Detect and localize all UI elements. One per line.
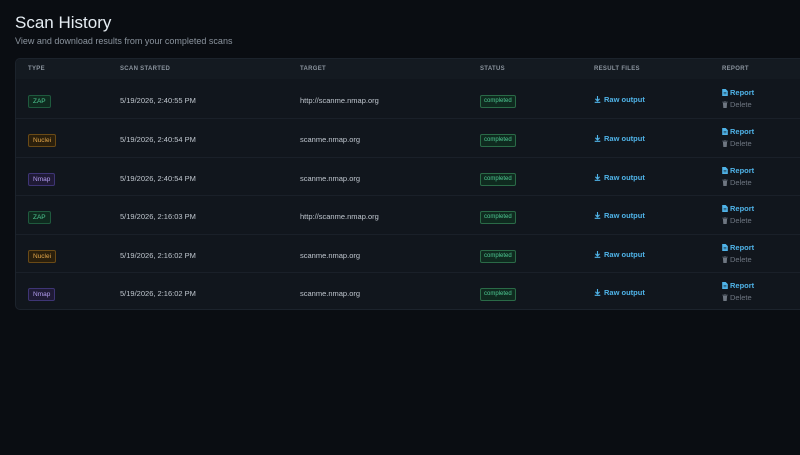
- raw-output-label: Raw output: [604, 172, 645, 182]
- report-label: Report: [730, 281, 755, 290]
- table-row: Nuclei 5/19/2026, 2:16:02 PM scanme.nmap.o…: [16, 233, 800, 273]
- report-link[interactable]: Report: [722, 204, 754, 213]
- file-icon: [722, 128, 728, 136]
- scan-started-time: 5/19/2026, 2:40:55 PM: [120, 96, 196, 105]
- download-icon: [594, 212, 601, 220]
- delete-button[interactable]: Delete: [722, 255, 752, 264]
- report-link[interactable]: Report: [722, 88, 754, 97]
- delete-button[interactable]: Delete: [722, 293, 752, 302]
- trash-icon: [722, 101, 728, 108]
- trash-icon: [722, 294, 728, 301]
- status-badge: completed: [480, 172, 516, 186]
- scan-type-badge: Nmap: [28, 288, 56, 301]
- scan-type-badge: ZAP: [28, 95, 51, 108]
- scan-started-time: 5/19/2026, 2:16:02 PM: [120, 250, 196, 260]
- scan-target: http://scanme.nmap.org: [300, 212, 379, 222]
- column-header-report: REPORT: [722, 66, 749, 72]
- scan-started-time: 5/19/2026, 2:16:03 PM: [120, 212, 196, 222]
- status-badge: completed: [480, 249, 516, 263]
- report-link[interactable]: Report: [722, 166, 754, 175]
- page-subtitle: View and download results from your comp…: [15, 36, 233, 46]
- report-label: Report: [730, 88, 755, 97]
- raw-output-label: Raw output: [604, 95, 645, 104]
- column-header-status: STATUS: [480, 66, 505, 72]
- raw-output-label: Raw output: [604, 249, 645, 259]
- scan-target: scanme.nmap.org: [300, 135, 361, 145]
- scan-started-time: 5/19/2026, 2:16:02 PM: [120, 289, 196, 298]
- download-icon: [594, 135, 601, 143]
- report-label: Report: [730, 242, 755, 252]
- delete-label: Delete: [730, 254, 752, 264]
- trash-icon: [722, 178, 728, 186]
- scan-type-badge: Nuclei: [28, 249, 57, 263]
- status-badge: completed: [480, 134, 516, 148]
- trash-icon: [722, 217, 728, 225]
- trash-icon: [722, 140, 728, 148]
- file-icon: [722, 282, 728, 289]
- scan-target: http://scanme.nmap.org: [300, 96, 379, 105]
- raw-output-label: Raw output: [604, 134, 645, 144]
- delete-button[interactable]: Delete: [722, 139, 752, 148]
- raw-output-label: Raw output: [604, 211, 645, 221]
- file-icon: [722, 166, 728, 174]
- file-icon: [722, 89, 728, 96]
- trash-icon: [722, 255, 728, 263]
- table-row: Nmap 5/19/2026, 2:16:02 PM scanme.nmap.org…: [16, 272, 800, 309]
- download-icon: [594, 173, 601, 181]
- scan-started-time: 5/19/2026, 2:40:54 PM: [120, 135, 196, 145]
- scan-target: scanme.nmap.org: [300, 250, 361, 260]
- report-link[interactable]: Report: [722, 243, 754, 252]
- table-row: Nuclei 5/19/2026, 2:40:54 PM scanme.nmap.o…: [16, 118, 800, 157]
- status-badge: completed: [480, 95, 516, 108]
- download-icon: [594, 250, 601, 258]
- download-icon: [594, 96, 601, 103]
- status-badge: completed: [480, 211, 516, 225]
- table-header: TYPE SCAN STARTED TARGET STATUS RESULT F…: [16, 59, 800, 79]
- file-icon: [722, 205, 728, 213]
- column-header-scan-started: SCAN STARTED: [120, 66, 171, 72]
- report-label: Report: [730, 204, 755, 214]
- column-header-result-files: RESULT FILES: [594, 66, 640, 72]
- delete-label: Delete: [730, 293, 752, 302]
- delete-label: Delete: [730, 216, 752, 226]
- scan-started-time: 5/19/2026, 2:40:54 PM: [120, 173, 196, 183]
- raw-output-link[interactable]: Raw output: [594, 211, 645, 220]
- raw-output-link[interactable]: Raw output: [594, 288, 645, 297]
- scan-target: scanme.nmap.org: [300, 173, 361, 183]
- report-label: Report: [730, 127, 755, 137]
- column-header-type: TYPE: [28, 66, 45, 72]
- status-badge: completed: [480, 288, 516, 301]
- raw-output-link[interactable]: Raw output: [594, 95, 645, 104]
- download-icon: [594, 289, 601, 296]
- raw-output-link[interactable]: Raw output: [594, 134, 645, 143]
- table-row: ZAP 5/19/2026, 2:40:55 PM http://scanme.nm…: [16, 80, 800, 118]
- report-label: Report: [730, 165, 755, 175]
- scan-target: scanme.nmap.org: [300, 289, 361, 298]
- delete-button[interactable]: Delete: [722, 178, 752, 187]
- scan-history-table: TYPE SCAN STARTED TARGET STATUS RESULT F…: [15, 58, 800, 310]
- table-row: ZAP 5/19/2026, 2:16:03 PM http://scanme.nm…: [16, 195, 800, 234]
- raw-output-link[interactable]: Raw output: [594, 250, 645, 259]
- scan-type-badge: ZAP: [28, 211, 51, 225]
- report-link[interactable]: Report: [722, 127, 754, 136]
- delete-button[interactable]: Delete: [722, 100, 752, 109]
- scan-type-badge: Nuclei: [28, 134, 57, 148]
- report-link[interactable]: Report: [722, 281, 754, 290]
- scan-type-badge: Nmap: [28, 172, 56, 186]
- delete-label: Delete: [730, 139, 752, 149]
- page-title: Scan History: [15, 13, 112, 32]
- raw-output-link[interactable]: Raw output: [594, 173, 645, 182]
- raw-output-label: Raw output: [604, 288, 645, 297]
- delete-label: Delete: [730, 100, 752, 109]
- delete-label: Delete: [730, 177, 752, 187]
- file-icon: [722, 243, 728, 251]
- delete-button[interactable]: Delete: [722, 216, 752, 225]
- table-row: Nmap 5/19/2026, 2:40:54 PM scanme.nmap.org…: [16, 156, 800, 196]
- column-header-target: TARGET: [300, 66, 327, 72]
